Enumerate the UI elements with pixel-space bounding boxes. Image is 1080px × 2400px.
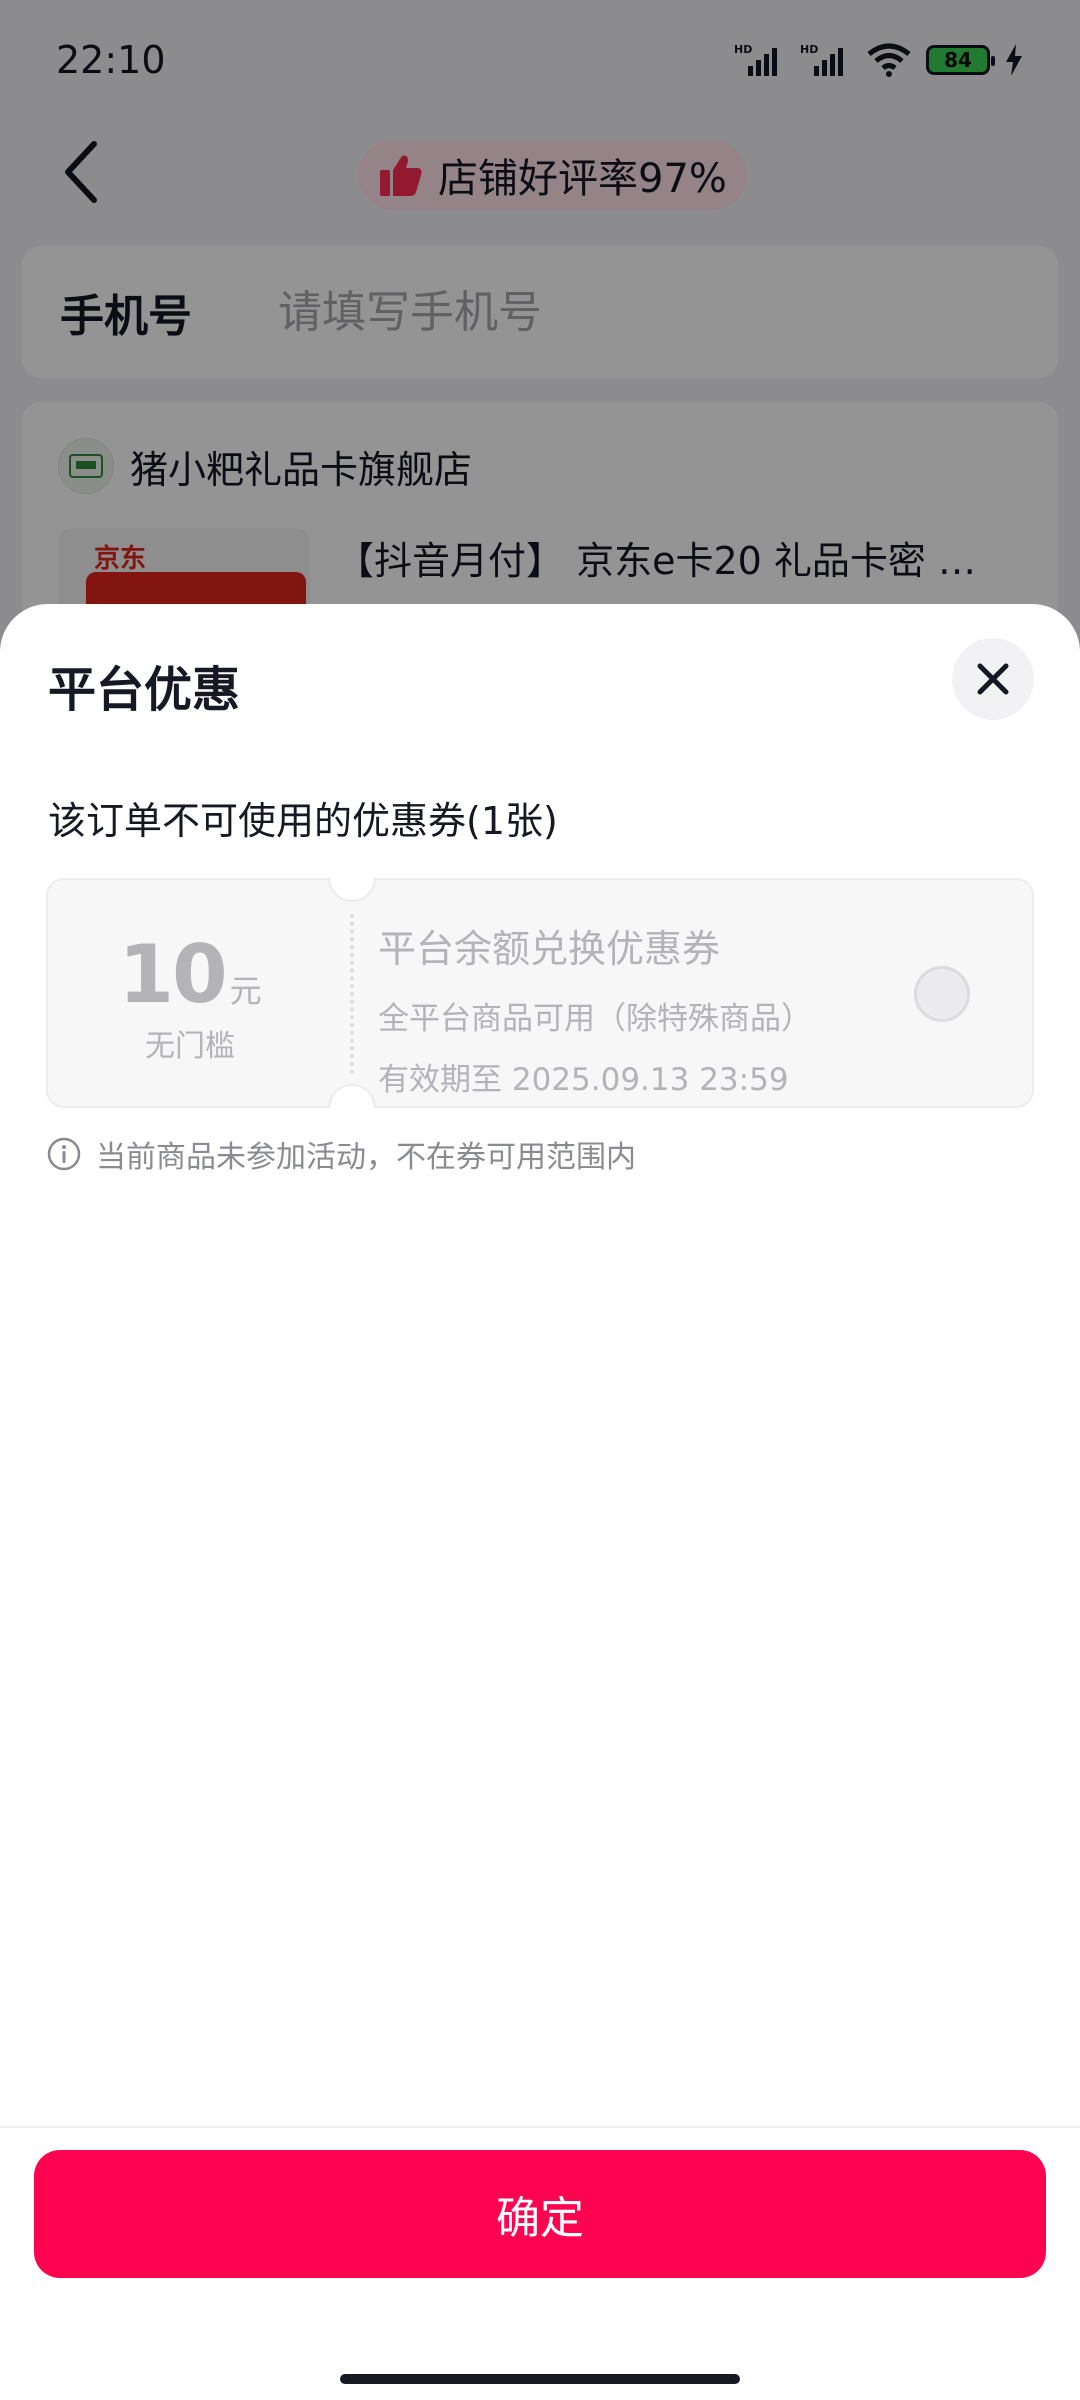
home-indicator[interactable] (340, 2374, 740, 2384)
confirm-button[interactable]: 确定 (34, 2150, 1046, 2278)
unavailable-coupons-heading: 该订单不可使用的优惠券(1张) (48, 799, 558, 843)
coupon-divider (350, 914, 354, 1074)
platform-discount-sheet: 平台优惠 该订单不可使用的优惠券(1张) 10 元 无门槛 平台余额兑换优惠券 … (0, 604, 1080, 2400)
coupon-notch-top (328, 878, 376, 902)
coupon-notice: 当前商品未参加活动，不在券可用范围内 (46, 1132, 636, 1176)
close-icon (977, 663, 1009, 695)
coupon-expiry: 有效期至 2025.09.13 23:59 (378, 1062, 789, 1098)
coupon-info: 平台余额兑换优惠券 全平台商品可用（除特殊商品） 有效期至 2025.09.13… (378, 918, 812, 1099)
sheet-title: 平台优惠 (48, 662, 241, 718)
coupon-card: 10 元 无门槛 平台余额兑换优惠券 全平台商品可用（除特殊商品） 有效期至 2… (46, 878, 1034, 1108)
info-icon (47, 1137, 81, 1171)
footer-divider (0, 2126, 1080, 2128)
coupon-amount: 10 (118, 928, 227, 1021)
coupon-notch-bottom (328, 1084, 376, 1108)
coupon-amount-line: 10 元 (48, 928, 332, 1021)
coupon-amount-unit: 元 (229, 972, 262, 1010)
coupon-select-radio[interactable] (914, 966, 970, 1022)
coupon-name: 平台余额兑换优惠券 (378, 927, 721, 971)
coupon-scope: 全平台商品可用（除特殊商品） (378, 1001, 812, 1037)
coupon-notice-text: 当前商品未参加活动，不在券可用范围内 (96, 1140, 636, 1175)
app-root: 22:10 HD HD 84 店铺好评率97% 手机号 请填写手机号 猪小粑礼品… (0, 0, 1080, 2400)
coupon-amount-block: 10 元 无门槛 (48, 928, 332, 1065)
coupon-threshold: 无门槛 (145, 1029, 235, 1064)
close-button[interactable] (952, 638, 1034, 720)
